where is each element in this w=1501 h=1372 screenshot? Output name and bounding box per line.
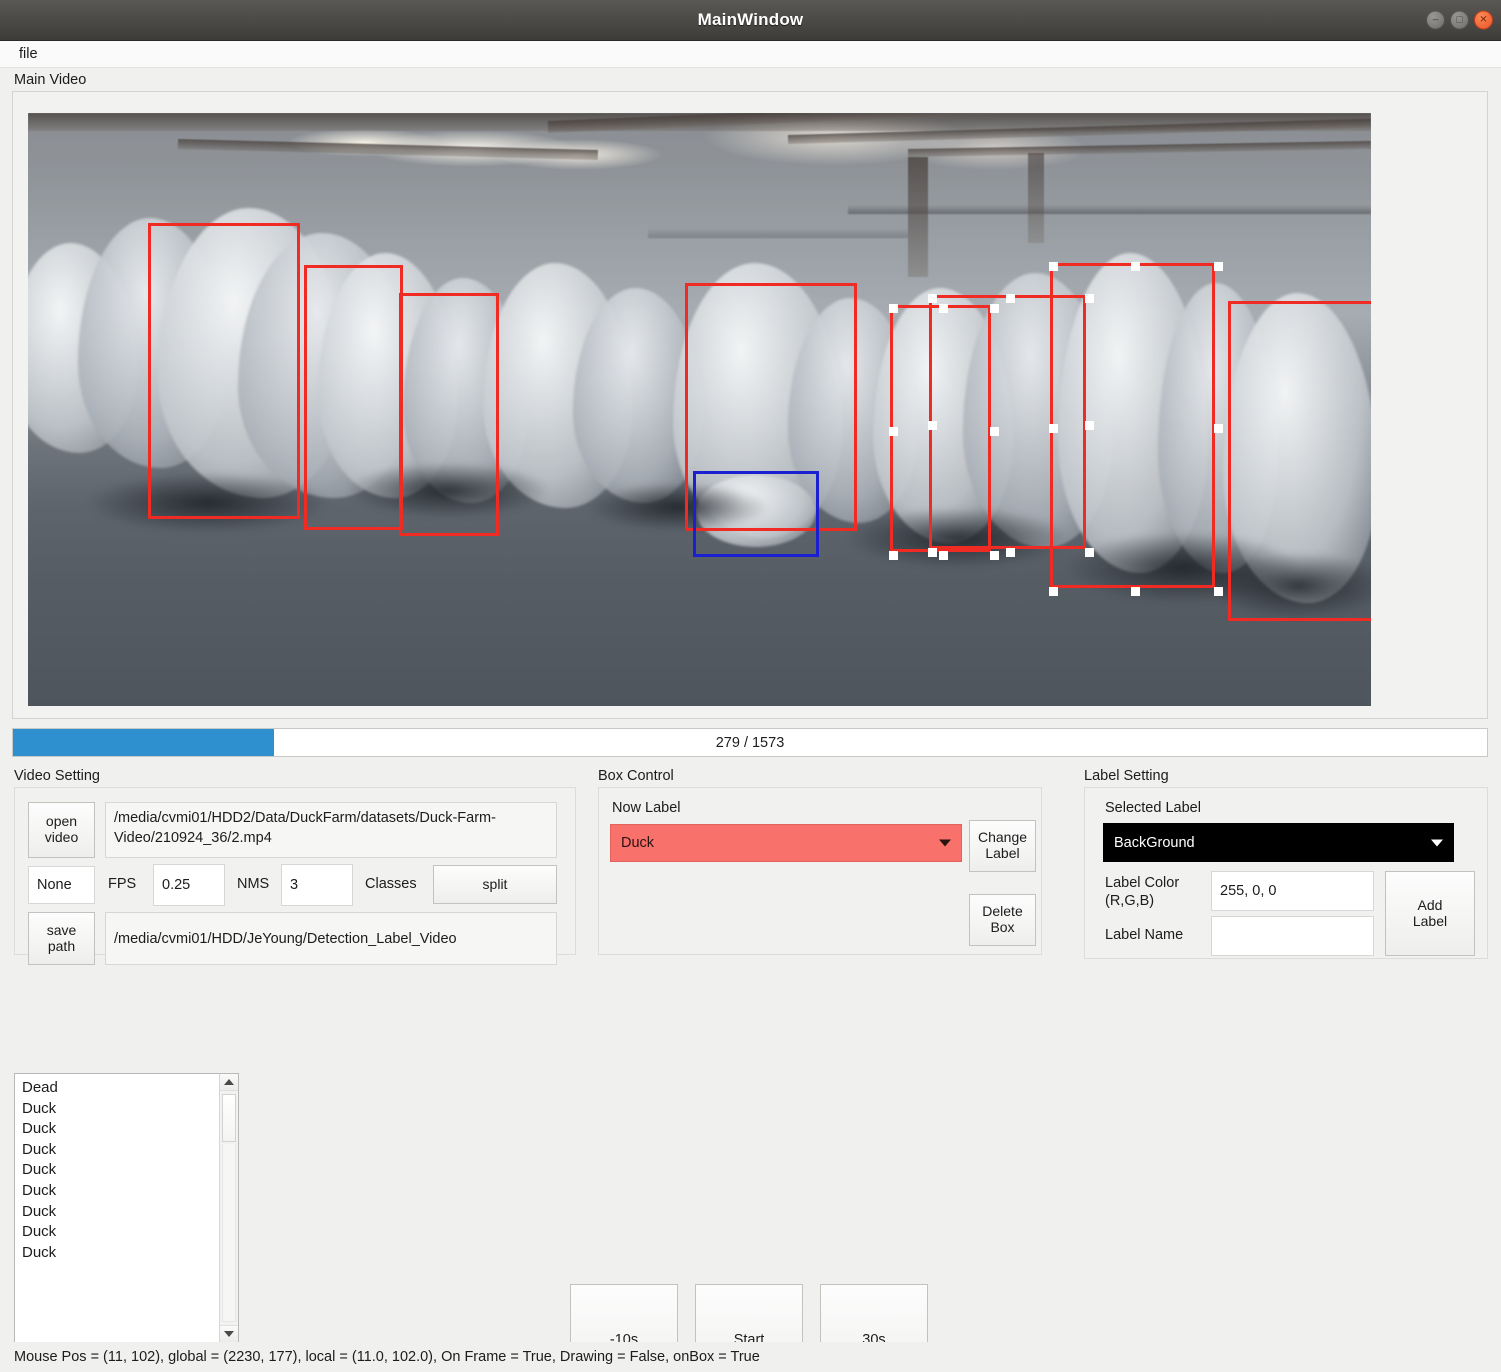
chevron-down-icon [939, 839, 951, 847]
window-title: MainWindow [697, 10, 804, 29]
split-button[interactable]: split [433, 865, 557, 904]
label-name-input[interactable] [1211, 916, 1374, 956]
video-still [28, 113, 1371, 706]
video-setting-label: Video Setting [14, 768, 100, 784]
video-setting-box: open video /media/cvmi01/HDD2/Data/DuckF… [14, 787, 576, 965]
main-content: Main Video 279 / 1573 Video Setting open… [0, 68, 1501, 1372]
label-color-caption: Label Color (R,G,B) [1105, 875, 1180, 910]
maximize-icon[interactable]: □ [1450, 10, 1469, 30]
minimize-icon[interactable]: – [1426, 10, 1445, 30]
window-titlebar: MainWindow – □ ✕ [0, 0, 1501, 41]
classes-label: Classes [365, 876, 417, 892]
fps-label: FPS [108, 876, 137, 892]
video-setting-group: Video Setting open video /media/cvmi01/H… [14, 768, 576, 965]
label-name-caption: Label Name [1105, 927, 1184, 943]
chevron-down-icon [1431, 839, 1443, 846]
main-video-label: Main Video [14, 72, 87, 88]
save-path-button[interactable]: save path [28, 912, 95, 965]
box-control-group: Box Control Now Label Duck Change Label … [598, 768, 1042, 955]
menu-item-file[interactable]: file [14, 44, 43, 64]
now-label-value: Duck [621, 835, 655, 851]
list-item[interactable]: Duck [19, 1160, 219, 1181]
selected-label-caption: Selected Label [1105, 800, 1201, 816]
close-icon[interactable]: ✕ [1474, 10, 1493, 30]
list-item[interactable]: Duck [19, 1119, 219, 1140]
scrollbar-thumb[interactable] [222, 1094, 236, 1142]
change-label-button[interactable]: Change Label [969, 820, 1036, 872]
list-item[interactable]: Duck [19, 1243, 219, 1264]
box-control-label: Box Control [598, 768, 674, 784]
model-none-button[interactable]: None [28, 866, 95, 904]
list-item[interactable]: Duck [19, 1099, 219, 1120]
video-path-field[interactable]: /media/cvmi01/HDD2/Data/DuckFarm/dataset… [105, 802, 557, 858]
list-item[interactable]: Duck [19, 1222, 219, 1243]
scroll-up-icon[interactable] [220, 1074, 238, 1091]
nms-label: NMS [237, 876, 270, 892]
selected-label-value: BackGround [1114, 834, 1195, 851]
list-item[interactable]: Duck [19, 1202, 219, 1223]
label-setting-box: Selected Label BackGround Label Color (R… [1084, 787, 1488, 959]
save-path-field[interactable]: /media/cvmi01/HDD/JeYoung/Detection_Labe… [105, 912, 557, 965]
label-setting-label: Label Setting [1084, 768, 1169, 784]
label-setting-group: Label Setting Selected Label BackGround … [1084, 768, 1488, 959]
object-list[interactable]: Dead Duck Duck Duck Duck Duck Duck Duck Duck [14, 1073, 239, 1343]
progress-label: 279 / 1573 [715, 734, 785, 751]
list-item[interactable]: Duck [19, 1181, 219, 1202]
window-controls: – □ ✕ [1426, 10, 1493, 30]
delete-box-button[interactable]: Delete Box [969, 894, 1036, 946]
selected-label-combo[interactable]: BackGround [1103, 823, 1454, 862]
list-item[interactable]: Dead [19, 1078, 219, 1099]
scroll-down-icon[interactable] [220, 1325, 238, 1342]
video-frame[interactable] [28, 113, 1371, 706]
statusbar: Mouse Pos = (11, 102), global = (2230, 1… [0, 1342, 1501, 1372]
list-item[interactable]: Duck [19, 1140, 219, 1161]
video-panel [12, 91, 1488, 719]
statusbar-text: Mouse Pos = (11, 102), global = (2230, 1… [14, 1349, 760, 1365]
add-label-button[interactable]: Add Label [1385, 871, 1475, 956]
box-control-box: Now Label Duck Change Label Delete Box [598, 787, 1042, 955]
label-color-input[interactable]: 255, 0, 0 [1211, 871, 1374, 911]
scrollbar-track[interactable] [222, 1144, 236, 1322]
object-list-scrollbar[interactable] [219, 1074, 238, 1342]
object-list-items: Dead Duck Duck Duck Duck Duck Duck Duck Duck [15, 1074, 219, 1342]
open-video-button[interactable]: open video [28, 802, 95, 858]
menubar: file [0, 41, 1501, 68]
fps-input[interactable]: 0.25 [153, 864, 225, 906]
now-label-combo[interactable]: Duck [610, 824, 962, 862]
video-progress-bar[interactable]: 279 / 1573 [12, 728, 1488, 757]
nms-input[interactable]: 3 [281, 864, 353, 906]
now-label-caption: Now Label [612, 800, 681, 816]
